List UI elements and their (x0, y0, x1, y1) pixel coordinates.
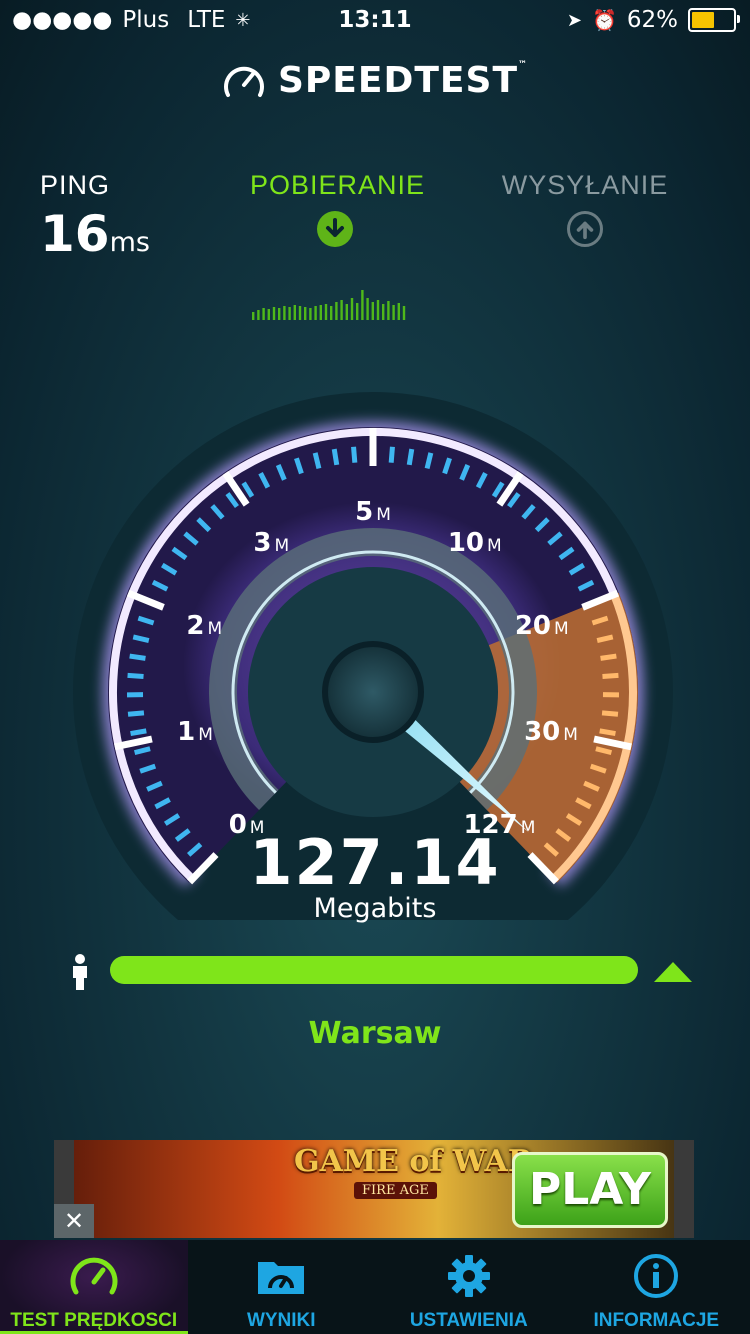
waveform-bar (382, 304, 385, 320)
waveform-bar (278, 308, 281, 320)
ad-banner[interactable]: GAME of WAR FIRE AGE PLAY (54, 1140, 694, 1238)
ping-unit: ms (109, 227, 150, 258)
waveform-bar (257, 310, 260, 320)
waveform-bar (319, 305, 322, 320)
waveform-bar (356, 303, 359, 320)
gauge-minor-tick (599, 728, 616, 737)
speed-value: 127.14 (249, 826, 501, 899)
ad-title: GAME of WAR (294, 1144, 533, 1179)
status-bar: ●●●●● Plus LTE ✳ 13:11 ➤ ⏰ 62% (0, 0, 750, 42)
speedometer-icon (69, 1254, 119, 1298)
ad-subtitle: FIRE AGE (354, 1182, 437, 1199)
download-arrow-icon (317, 211, 353, 247)
gauge-minor-tick (602, 672, 619, 679)
battery-icon (688, 8, 740, 32)
download-speed-waveform (252, 290, 406, 320)
gauge-minor-tick (132, 634, 150, 643)
gauge-minor-tick (596, 634, 614, 643)
gauge-minor-tick (406, 448, 415, 466)
gauge-minor-tick (331, 448, 340, 466)
waveform-bar (366, 298, 369, 320)
upload-metric: WYSYŁANIE (500, 170, 670, 247)
ad-play-button[interactable]: PLAY (512, 1152, 668, 1228)
gauge-hub (322, 641, 424, 743)
location-arrow-icon: ➤ (566, 9, 582, 31)
trademark-symbol: ™ (518, 60, 528, 70)
waveform-bar (324, 304, 328, 320)
tab-label: USTAWIENIA (409, 1310, 528, 1331)
waveform-bar (371, 302, 374, 320)
waveform-bar (335, 302, 338, 320)
progress-bar (110, 956, 638, 984)
tab-speed-test[interactable]: TEST PRĘDKOSCI (0, 1240, 188, 1334)
tab-label: TEST PRĘDKOSCI (10, 1310, 178, 1331)
person-icon (73, 954, 87, 990)
waveform-bar (345, 304, 348, 320)
tab-label: INFORMACJE (593, 1310, 720, 1331)
gauge-minor-tick (127, 672, 144, 679)
bottom-tab-bar: TEST PRĘDKOSCI WYNIKI USTAWIENIA INFORMA… (0, 1240, 750, 1334)
gauge-minor-tick (127, 710, 145, 717)
waveform-bar (397, 303, 400, 320)
waveform-bar (376, 300, 380, 320)
test-progress (0, 954, 750, 990)
logo-text: SPEEDTEST (277, 60, 518, 101)
speedtest-logo: SPEEDTEST™ (0, 60, 750, 101)
waveform-bar (392, 305, 395, 320)
ad-close-button[interactable]: ✕ (54, 1204, 94, 1238)
waveform-bar (330, 306, 333, 320)
waveform-bar (309, 308, 312, 320)
waveform-bar (350, 298, 354, 320)
speedometer-logo-icon (224, 66, 264, 97)
ping-metric: PING 16ms (40, 170, 150, 263)
tab-label: WYNIKI (246, 1310, 316, 1331)
gauge-minor-tick (600, 653, 617, 661)
waveform-bar (288, 307, 291, 320)
gauge-minor-tick (129, 653, 146, 661)
download-label: POBIERANIE (250, 170, 426, 200)
waveform-bar (272, 307, 276, 320)
ping-value: 16 (40, 205, 110, 263)
waveform-bar (283, 306, 286, 320)
gauge-minor-tick (601, 710, 619, 717)
tab-settings[interactable]: USTAWIENIA (375, 1240, 563, 1334)
gear-icon (446, 1254, 492, 1298)
waveform-bar (361, 290, 364, 320)
gauge-minor-tick (130, 728, 147, 737)
waveform-bar (298, 306, 302, 320)
tab-info[interactable]: INFORMACJE (563, 1240, 750, 1334)
download-metric: POBIERANIE (250, 170, 426, 247)
progress-bar-fill (110, 956, 638, 984)
waveform-bar (340, 300, 343, 320)
waveform-bar (387, 301, 390, 320)
waveform-bar (262, 308, 265, 320)
waveform-bar (267, 309, 270, 320)
speed-reading: 127.14 Megabits (0, 826, 750, 924)
waveform-bar (402, 306, 406, 320)
server-location: Warsaw (308, 1016, 442, 1051)
gauge-minor-tick (351, 446, 358, 463)
alarm-clock-icon: ⏰ (591, 8, 617, 32)
waveform-bar (252, 312, 255, 320)
waveform-bar (314, 306, 317, 320)
server-marker-icon (654, 962, 692, 982)
battery-percent: 62% (626, 7, 678, 33)
tab-results[interactable]: WYNIKI (188, 1240, 376, 1334)
folder-gauge-icon (256, 1254, 306, 1298)
ping-label: PING (40, 170, 111, 200)
waveform-bar (293, 305, 296, 320)
info-icon (633, 1254, 679, 1298)
upload-label: WYSYŁANIE (501, 170, 669, 200)
waveform-bar (304, 307, 307, 320)
upload-arrow-icon (567, 211, 603, 247)
speed-unit: Megabits (313, 893, 437, 924)
gauge-minor-tick (388, 446, 395, 463)
